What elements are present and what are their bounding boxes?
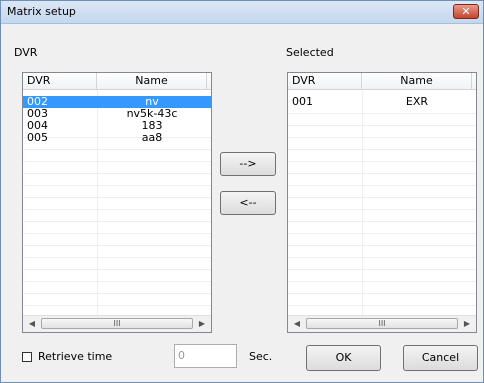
name-cell: EXR [405,95,429,108]
selected-listview[interactable]: DVR Name 001 EXR ◀ III ▶ [287,72,477,333]
grid-line [23,221,211,222]
close-button[interactable]: ✕ [453,4,479,19]
scrollbar-thumb[interactable]: III [41,318,193,329]
grid-line [23,281,211,282]
horizontal-scrollbar[interactable]: ◀ III ▶ [23,315,211,332]
dvr-list-header: DVR Name [23,73,211,90]
scroll-left-icon[interactable]: ◀ [290,318,304,330]
table-row[interactable]: 001 EXR [288,96,476,108]
matrix-setup-dialog: Matrix setup ✕ DVR DVR Name 002 nv 003 n… [0,0,484,383]
dvr-cell: 001 [292,95,313,108]
grid-line [23,209,211,210]
grid-line [288,305,476,306]
name-cell: aa8 [141,131,163,144]
ok-button[interactable]: OK [306,345,381,371]
grid-line [288,281,476,282]
grid-line [288,125,476,126]
scroll-right-icon[interactable]: ▶ [460,318,474,330]
grid-line [288,113,476,114]
grid-line [288,221,476,222]
grid-line [288,257,476,258]
column-header-name[interactable]: Name [362,73,472,89]
close-icon: ✕ [461,5,471,18]
grid-line [23,305,211,306]
window-title: Matrix setup [7,5,76,18]
scroll-left-icon[interactable]: ◀ [25,318,39,330]
grid-line [23,245,211,246]
grid-line [288,197,476,198]
retrieve-time-label: Retrieve time [38,350,113,363]
scroll-right-icon[interactable]: ▶ [195,318,209,330]
retrieve-time-input[interactable]: 0 [174,344,237,368]
column-header-dvr[interactable]: DVR [288,73,362,89]
grid-line [23,161,211,162]
remove-button[interactable]: <-- [220,191,276,215]
table-row[interactable]: 005 aa8 [23,132,211,144]
table-row[interactable]: 004 183 [23,120,211,132]
selected-list-label: Selected [286,46,334,59]
title-bar: Matrix setup ✕ [1,1,483,24]
grid-line [288,137,476,138]
grid-line [23,197,211,198]
grip-icon: III [378,319,386,328]
column-header-dvr[interactable]: DVR [23,73,97,89]
grid-line [23,149,211,150]
grid-line [23,269,211,270]
dvr-cell: 005 [27,131,48,144]
horizontal-scrollbar[interactable]: ◀ III ▶ [288,315,476,332]
grid-line [288,209,476,210]
cancel-button[interactable]: Cancel [403,345,478,371]
table-row[interactable]: 002 nv [23,96,211,108]
table-row[interactable]: 003 nv5k-43c [23,108,211,120]
grid-line [23,185,211,186]
seconds-unit-label: Sec. [249,350,273,363]
dvr-listview[interactable]: DVR Name 002 nv 003 nv5k-43c 004 183 005… [22,72,212,333]
selected-list-body: 001 EXR [288,90,476,315]
grid-line [23,257,211,258]
dvr-list-body: 002 nv 003 nv5k-43c 004 183 005 aa8 [23,90,211,315]
selected-list-header: DVR Name [288,73,476,90]
dvr-list-label: DVR [14,46,38,59]
scrollbar-thumb[interactable]: III [306,318,458,329]
grid-line [288,161,476,162]
grid-line [288,245,476,246]
grid-line [23,233,211,234]
grid-line [288,173,476,174]
grid-line [288,233,476,234]
grid-line [288,149,476,150]
grid-line [288,293,476,294]
grid-line [23,293,211,294]
column-header-name[interactable]: Name [97,73,207,89]
retrieve-time-checkbox[interactable] [22,352,32,362]
grid-line [23,173,211,174]
grip-icon: III [113,319,121,328]
grid-line [288,185,476,186]
add-button[interactable]: --> [220,152,276,176]
grid-line [288,269,476,270]
